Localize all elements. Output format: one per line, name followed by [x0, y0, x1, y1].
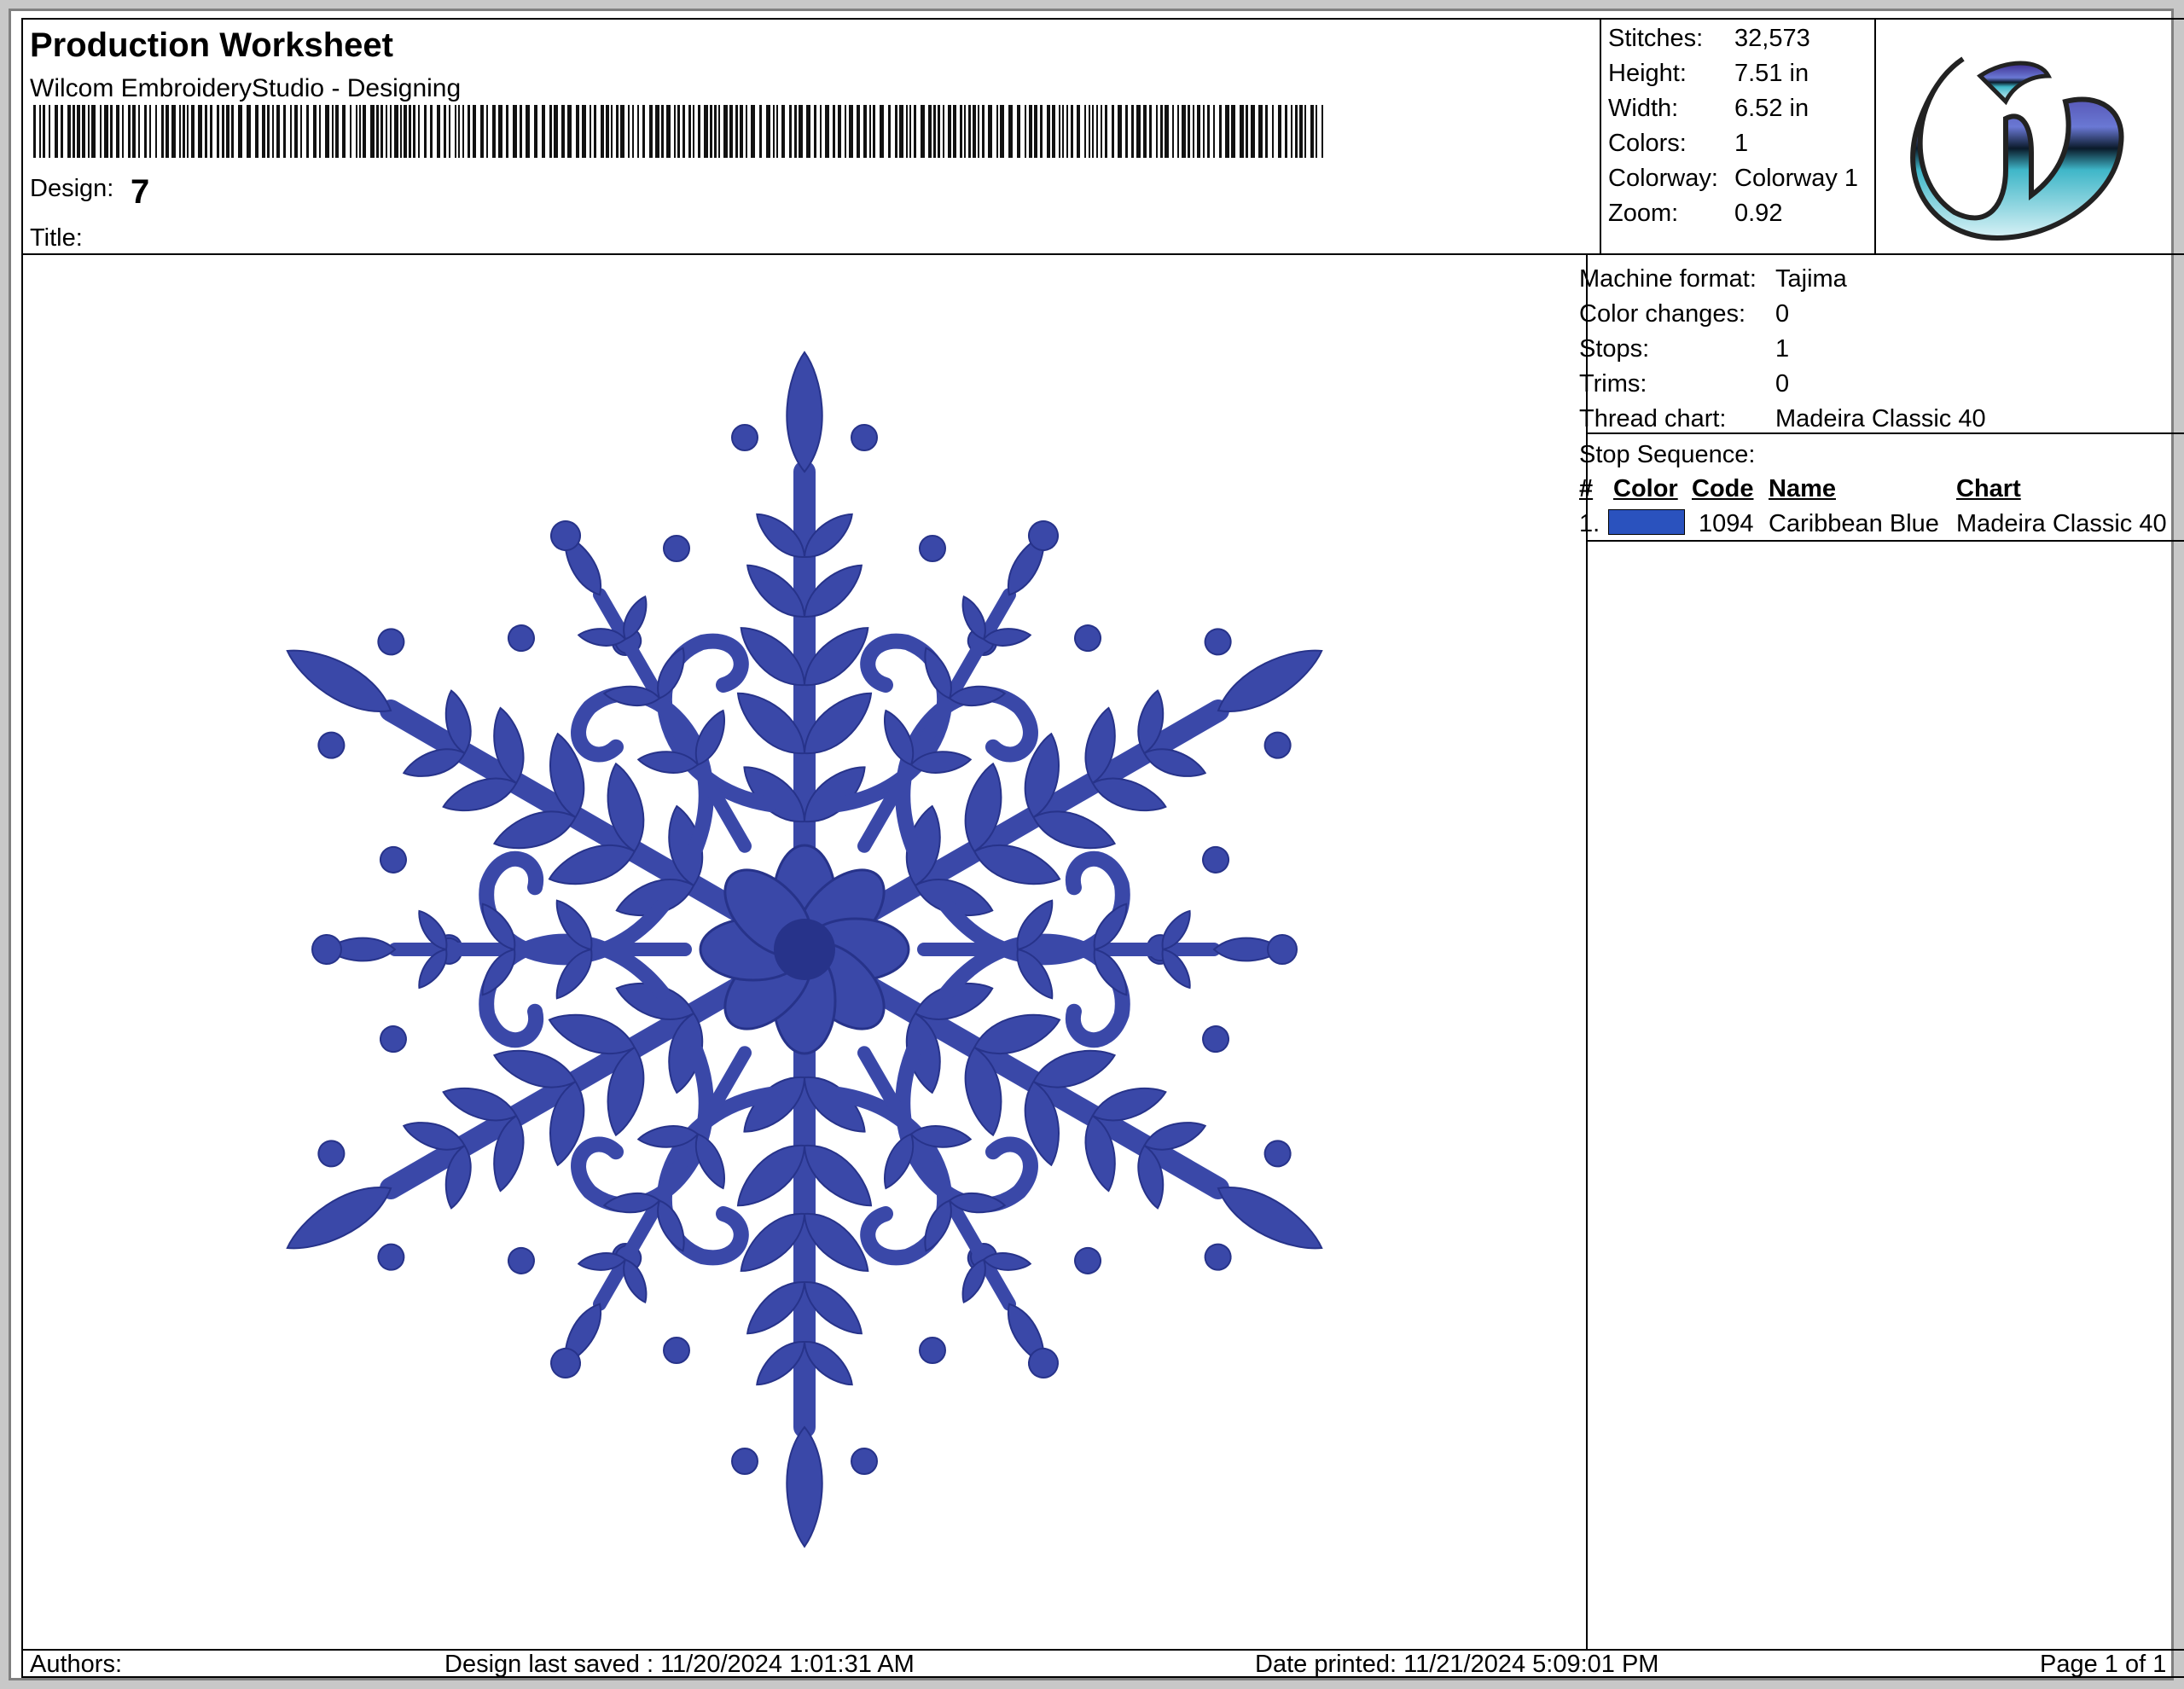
col-name: Name [1769, 475, 1836, 502]
width-value: 6.52 in [1734, 95, 1809, 122]
col-chart: Chart [1956, 475, 2021, 502]
trims-value: 0 [1775, 370, 1790, 398]
row-name: Caribbean Blue [1769, 510, 1939, 537]
machine-format-label: Machine format: [1579, 265, 1757, 293]
height-value: 7.51 in [1734, 60, 1809, 87]
title-label: Title: [30, 224, 83, 252]
row-code: 1094 [1699, 510, 1754, 537]
stitches-label: Stitches: [1608, 25, 1704, 52]
trims-label: Trims: [1579, 370, 1647, 398]
date-printed-text: Date printed: 11/21/2024 5:09:01 PM [1255, 1651, 1659, 1678]
col-code: Code [1692, 475, 1754, 502]
thread-chart-value: Madeira Classic 40 [1775, 405, 1986, 432]
authors-label: Authors: [30, 1651, 122, 1678]
height-label: Height: [1608, 60, 1687, 87]
page-number-text: Page 1 of 1 [2040, 1651, 2167, 1678]
stop-sequence-label: Stop Sequence: [1579, 441, 1756, 468]
zoom-label: Zoom: [1608, 200, 1679, 227]
last-saved-text: Design last saved : 11/20/2024 1:01:31 A… [444, 1651, 915, 1678]
color-swatch [1608, 509, 1685, 535]
zoom-value: 0.92 [1734, 200, 1783, 227]
worksheet-page: Production Worksheet Wilcom EmbroiderySt… [9, 9, 2184, 1680]
stops-value: 1 [1775, 335, 1790, 363]
stitches-value: 32,573 [1734, 25, 1810, 52]
design-number: 7 [131, 173, 150, 211]
machine-format-value: Tajima [1775, 265, 1847, 293]
colors-label: Colors: [1608, 130, 1687, 157]
footer-frame [21, 1649, 2184, 1678]
colorway-value: Colorway 1 [1734, 165, 1859, 192]
width-label: Width: [1608, 95, 1679, 122]
col-number: # [1579, 475, 1594, 502]
software-name: Wilcom EmbroideryStudio - Designing [30, 74, 462, 102]
color-changes-label: Color changes: [1579, 300, 1746, 328]
color-changes-value: 0 [1775, 300, 1790, 328]
row-chart: Madeira Classic 40 [1956, 510, 2167, 537]
colors-value: 1 [1734, 130, 1749, 157]
embroidery-design-preview [286, 351, 1323, 1548]
colorway-label: Colorway: [1608, 165, 1718, 192]
thread-chart-label: Thread chart: [1579, 405, 1727, 432]
row-number: 1. [1579, 510, 1600, 537]
brand-logo [1910, 56, 2124, 241]
col-color: Color [1613, 475, 1678, 502]
barcode [33, 105, 1323, 158]
page-title: Production Worksheet [30, 26, 393, 64]
stops-label: Stops: [1579, 335, 1650, 363]
design-label: Design: [30, 175, 114, 202]
